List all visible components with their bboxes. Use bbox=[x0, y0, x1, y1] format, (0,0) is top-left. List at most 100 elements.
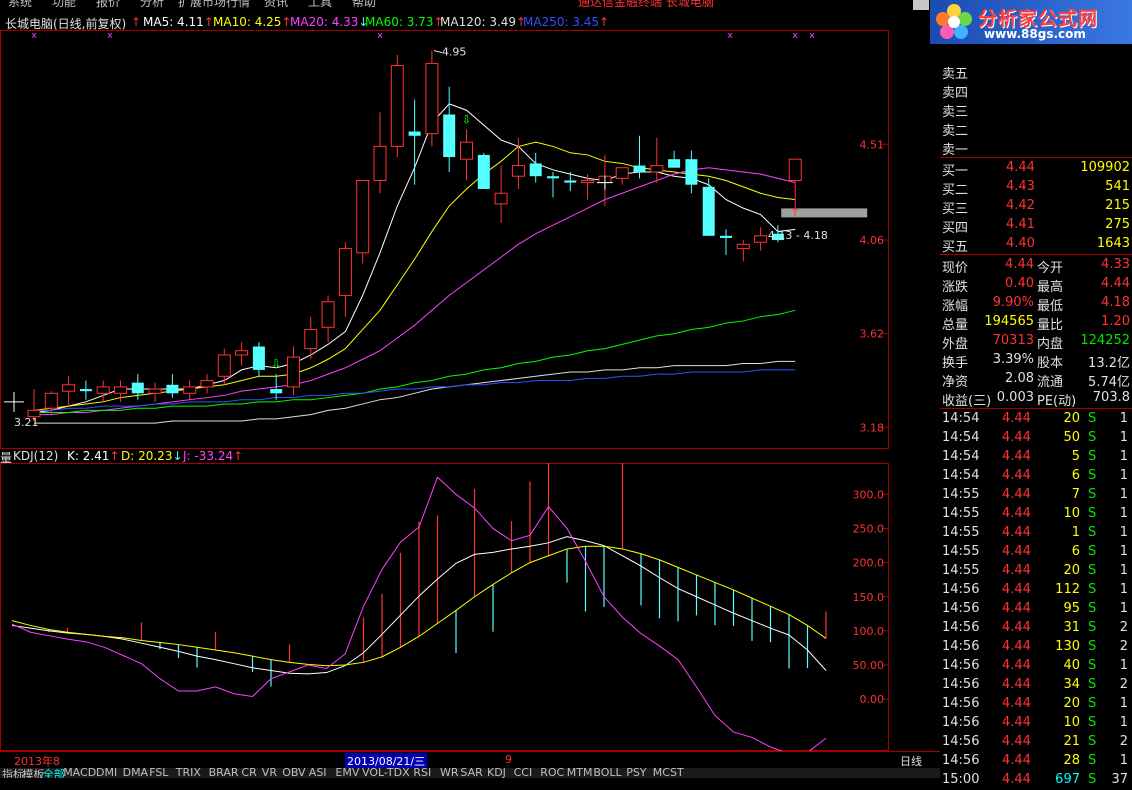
indicator-tab-10[interactable]: VR bbox=[262, 768, 277, 778]
candle-body bbox=[736, 243, 750, 250]
low-price-label: 3.21 bbox=[14, 416, 39, 429]
stat-value: 0.003 bbox=[996, 390, 1034, 405]
tick-volume: 1 bbox=[1071, 525, 1080, 540]
tick-price: 4.44 bbox=[1002, 658, 1031, 673]
bid-label: 买一 bbox=[942, 164, 969, 179]
indicator-tab-23[interactable]: PSY bbox=[626, 768, 646, 778]
candle-body bbox=[494, 192, 508, 205]
tick-price: 4.44 bbox=[1002, 772, 1031, 787]
cycle-label[interactable]: 日线 bbox=[900, 753, 922, 769]
tick-side: S bbox=[1088, 544, 1097, 559]
indicator-tab-16[interactable]: WR bbox=[440, 768, 459, 778]
tick-time: 14:54 bbox=[942, 430, 980, 445]
indicator-tab-21[interactable]: MTM bbox=[567, 768, 593, 778]
tick-price: 4.44 bbox=[1002, 544, 1031, 559]
indicator-tab-15[interactable]: RSI bbox=[413, 768, 431, 778]
indicator-tab-9[interactable]: CR bbox=[241, 768, 256, 778]
tick-price: 4.44 bbox=[1002, 411, 1031, 426]
stat-row: 涨幅 9.90% 最低 4.18 bbox=[940, 294, 1132, 314]
tick-volume: 50 bbox=[1063, 430, 1080, 445]
indicator-tab-20[interactable]: ROC bbox=[540, 768, 564, 778]
indicator-tab-4[interactable]: DMI bbox=[96, 768, 117, 778]
indicator-tab-1[interactable]: 模板 bbox=[22, 768, 44, 778]
tick-side: S bbox=[1088, 525, 1097, 540]
tick-side: S bbox=[1088, 506, 1097, 521]
tick-time: 14:54 bbox=[942, 449, 980, 464]
range-label: 4.13 - 4.18 bbox=[768, 229, 828, 242]
tick-count: 1 bbox=[1119, 430, 1128, 445]
tick-side: S bbox=[1088, 772, 1097, 787]
tick-volume: 20 bbox=[1063, 563, 1080, 578]
tick-side: S bbox=[1088, 468, 1097, 483]
candle-body bbox=[217, 354, 231, 377]
ma-toggle-icon[interactable]: ↑ bbox=[131, 15, 141, 29]
tick-side: S bbox=[1088, 449, 1097, 464]
indicator-tab-19[interactable]: CCI bbox=[514, 768, 533, 778]
stat-label: 今开 bbox=[1037, 261, 1064, 276]
indicator-tab-3[interactable]: MACD bbox=[63, 768, 96, 778]
indicator-tab-2[interactable]: 全部 bbox=[43, 768, 65, 778]
tick-row: 14:54 4.44 5 S 1 bbox=[940, 448, 1132, 467]
indicator-tab-22[interactable]: BOLL bbox=[593, 768, 621, 778]
indicator-tab-12[interactable]: ASI bbox=[309, 768, 327, 778]
indicator-tab-18[interactable]: KDJ bbox=[487, 768, 506, 778]
kdj-tick-label: 200.0 bbox=[853, 557, 885, 570]
menu-item-function[interactable]: 功能 bbox=[52, 0, 76, 8]
stat-value: 4.18 bbox=[1101, 295, 1130, 310]
tick-time: 14:55 bbox=[942, 487, 980, 502]
tick-price: 4.44 bbox=[1002, 620, 1031, 635]
tick-volume: 28 bbox=[1063, 753, 1080, 768]
indicator-tab-13[interactable]: EMV bbox=[335, 768, 359, 778]
tick-time: 14:55 bbox=[942, 506, 980, 521]
stat-value: 2.08 bbox=[1005, 371, 1034, 386]
candle-body bbox=[304, 328, 318, 350]
ma120-label: MA120: 3.49↑ bbox=[440, 15, 527, 29]
stat-value: 3.39% bbox=[992, 352, 1034, 367]
bid-price: 4.43 bbox=[1006, 179, 1035, 194]
indicator-tab-7[interactable]: TRIX bbox=[176, 768, 201, 778]
indicator-tab-24[interactable]: MCST bbox=[653, 768, 684, 778]
kdj-header: 量 KDJ(12) K: 2.41↑ D: 20.23↓ J: -33.24↑ bbox=[0, 448, 890, 465]
tick-time: 14:56 bbox=[942, 753, 980, 768]
kdj-d-label: D: 20.23↓ bbox=[121, 449, 183, 463]
menu-item-tools[interactable]: 工具 bbox=[308, 0, 332, 8]
tick-price: 4.44 bbox=[1002, 677, 1031, 692]
kdj-chart[interactable]: 300.0 250.0 200.0 150.0 100.0 50.00 0.00 bbox=[0, 463, 890, 751]
tick-volume: 6 bbox=[1071, 468, 1080, 483]
menu-item-analysis[interactable]: 分析 bbox=[140, 0, 164, 8]
stat-value: 4.44 bbox=[1101, 276, 1130, 291]
ma-line-ma120 bbox=[34, 360, 796, 424]
stat-row: 外盘 70313 内盘 124252 bbox=[940, 332, 1132, 352]
tick-volume: 34 bbox=[1063, 677, 1080, 692]
tick-side: S bbox=[1088, 658, 1097, 673]
bid-volume: 1643 bbox=[1096, 236, 1130, 251]
candle-body bbox=[131, 382, 144, 394]
indicator-tab-5[interactable]: DMA bbox=[123, 768, 149, 778]
kdj-tick-label: 0.00 bbox=[860, 693, 885, 706]
menu-item-help[interactable]: 帮助 bbox=[352, 0, 376, 8]
menu-item-ext-market[interactable]: 扩展市场行情 bbox=[178, 0, 250, 8]
window-control-button[interactable] bbox=[913, 0, 929, 10]
stat-label: 外盘 bbox=[942, 337, 969, 352]
menu-item-quote[interactable]: 报价 bbox=[96, 0, 120, 8]
menu-item-system[interactable]: 系统 bbox=[8, 0, 32, 8]
tick-volume: 697 bbox=[1055, 772, 1080, 787]
candle-body bbox=[564, 180, 577, 183]
candle-body bbox=[633, 165, 646, 172]
kdj-title[interactable]: KDJ(12) bbox=[13, 449, 58, 463]
indicator-tab-11[interactable]: OBV bbox=[282, 768, 305, 778]
indicator-tab-14[interactable]: VOL-TDX bbox=[362, 768, 410, 778]
tick-volume: 20 bbox=[1063, 696, 1080, 711]
indicator-tab-8[interactable]: BRAR bbox=[209, 768, 239, 778]
candle-body bbox=[685, 159, 698, 185]
stat-label: 最低 bbox=[1037, 299, 1064, 314]
stat-value: 703.8 bbox=[1092, 390, 1130, 405]
price-chart[interactable]: 4.51 4.06 3.62 3.18 x x x x x x 4.95 3.21 4.13 - 4.1… bbox=[0, 30, 890, 450]
indicator-tab-17[interactable]: SAR bbox=[460, 768, 482, 778]
indicator-tab-0[interactable]: 指标 bbox=[2, 768, 24, 778]
tick-count: 1 bbox=[1119, 582, 1128, 597]
indicator-tab-6[interactable]: FSL bbox=[149, 768, 168, 778]
stat-label: 股本 bbox=[1037, 356, 1064, 371]
menu-item-info[interactable]: 资讯 bbox=[264, 0, 288, 8]
tick-row: 14:56 4.44 95 S 1 bbox=[940, 600, 1132, 619]
